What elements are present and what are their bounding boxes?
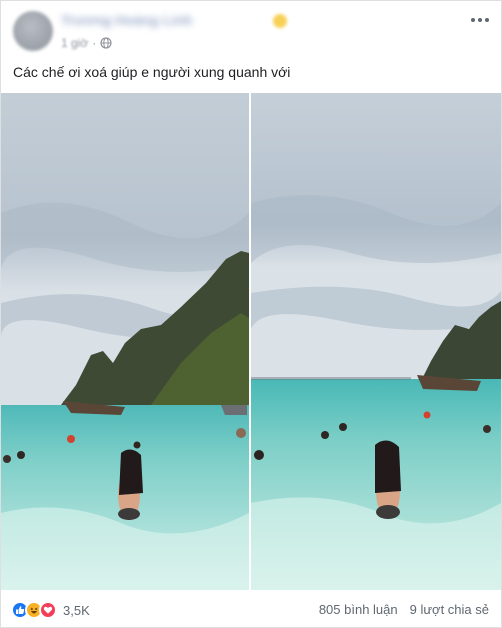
post-header: Trương Hoàng Linh 1 giờ · <box>1 1 501 61</box>
beach-photo-right <box>251 93 501 590</box>
beach-photo-left <box>1 93 249 590</box>
globe-icon[interactable] <box>100 37 112 49</box>
author-avatar[interactable] <box>13 11 53 51</box>
engagement-stats: 805 bình luận 9 lượt chia sẻ <box>319 602 489 617</box>
facebook-post: Trương Hoàng Linh 1 giờ · Các chế ơi xoá… <box>0 0 502 628</box>
comments-count-link[interactable]: 805 bình luận <box>319 602 398 617</box>
more-options-icon[interactable] <box>471 15 489 25</box>
reactions-summary[interactable]: 3,5K <box>11 601 90 619</box>
reaction-count: 3,5K <box>63 602 90 618</box>
post-meta: 1 giờ · <box>61 35 112 51</box>
post-photo-1[interactable] <box>1 93 249 590</box>
meta-separator: · <box>92 36 97 50</box>
love-icon <box>39 601 57 619</box>
author-name[interactable]: Trương Hoàng Linh <box>61 12 287 30</box>
post-footer: 3,5K 805 bình luận 9 lượt chia sẻ <box>1 592 501 628</box>
emoji-icon <box>273 14 287 28</box>
post-caption: Các chế ơi xoá giúp e người xung quanh v… <box>13 64 291 80</box>
shares-count-link[interactable]: 9 lượt chia sẻ <box>410 602 489 617</box>
post-photo-2[interactable] <box>251 93 501 590</box>
author-name-text[interactable]: Trương Hoàng Linh <box>61 12 192 28</box>
post-time[interactable]: 1 giờ <box>61 36 88 50</box>
